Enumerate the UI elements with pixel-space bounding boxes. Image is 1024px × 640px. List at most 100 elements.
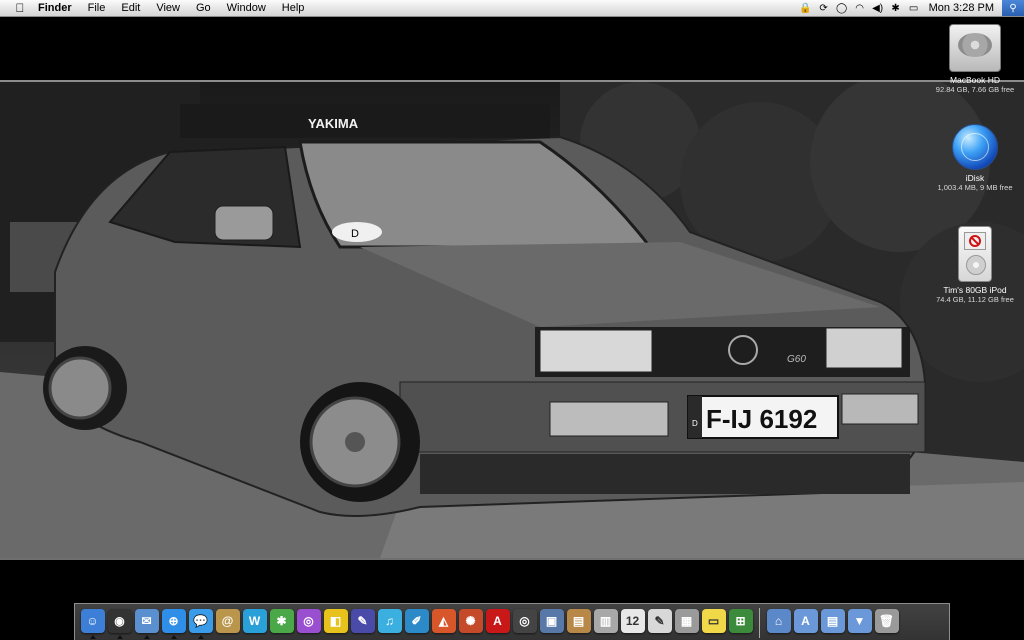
hard-drive-icon — [949, 24, 1001, 72]
menu-help[interactable]: Help — [274, 0, 313, 16]
address-book-icon: @ — [215, 609, 240, 633]
firefox-icon: ✺ — [458, 609, 483, 633]
documents-folder-icon: ▤ — [820, 609, 845, 633]
finder-icon: ☺ — [80, 609, 105, 633]
country-sticker-text: D — [351, 228, 359, 240]
model-badge: G60 — [787, 354, 806, 365]
lock-icon[interactable]: 🔒 — [797, 0, 815, 16]
menu-view[interactable]: View — [148, 0, 188, 16]
desktop-icon-detail: 1,003.4 MB, 9 MB free — [937, 183, 1013, 192]
sync-icon[interactable]: ⟳ — [815, 0, 833, 16]
dock-item-itunes[interactable]: ♫ — [376, 606, 403, 640]
ipod-icon — [958, 226, 992, 282]
dock-item-downloads-folder[interactable]: ▼ — [846, 606, 873, 640]
mail-icon: ✉ — [134, 609, 159, 633]
dock-item-installer[interactable]: ▥ — [592, 606, 619, 640]
dock-item-documents-folder[interactable]: ▤ — [819, 606, 846, 640]
running-indicator — [171, 635, 177, 639]
menu-edit[interactable]: Edit — [113, 0, 148, 16]
desktop-icon-ipod[interactable]: Tim's 80GB iPod 74.4 GB, 11.12 GB free — [927, 226, 1023, 304]
desktop-icon-idisk[interactable]: iDisk 1,003.4 MB, 9 MB free — [927, 124, 1023, 192]
menu-finder[interactable]: Finder — [30, 0, 80, 16]
textedit-icon: ✎ — [647, 609, 672, 633]
dock-item-trash[interactable]: 🗑 — [873, 606, 900, 640]
dock-item-iphoto[interactable]: ▣ — [538, 606, 565, 640]
running-indicator — [117, 635, 123, 639]
dock-item-ichat[interactable]: 💬 — [187, 606, 214, 640]
dashboard-icon: ◉ — [107, 609, 132, 633]
apple-menu-icon[interactable]:  — [10, 0, 30, 16]
dock-item-ical-wide[interactable]: W — [241, 606, 268, 640]
roof-rack-text: YAKIMA — [308, 116, 359, 131]
desktop-wallpaper: YAKIMA D G60 D F-IJ 6192 — [0, 80, 1024, 560]
desktop-icon-detail: 74.4 GB, 11.12 GB free — [936, 295, 1014, 304]
pages-icon: ✐ — [404, 609, 429, 633]
menu-go[interactable]: Go — [188, 0, 219, 16]
dock-item-stickies[interactable]: ▭ — [700, 606, 727, 640]
calculator-icon: ▦ — [674, 609, 699, 633]
side-mirror — [214, 205, 274, 241]
wifi-icon[interactable]: ◠ — [851, 0, 869, 16]
itunes-icon: ♫ — [377, 609, 402, 633]
dock-item-dashboard[interactable]: ◉ — [106, 606, 133, 640]
ichat-icon: 💬 — [188, 609, 213, 633]
dock-item-acrobat[interactable]: A — [484, 606, 511, 640]
dock-item-safari[interactable]: ⊕ — [160, 606, 187, 640]
dock-item-home-folder[interactable]: ⌂ — [765, 606, 792, 640]
dock-item-finder[interactable]: ☺ — [79, 606, 106, 640]
plate-country: D — [692, 419, 698, 428]
front-spoiler — [420, 454, 910, 494]
dock-item-keynote[interactable]: ◭ — [430, 606, 457, 640]
idisk-globe-icon — [952, 124, 998, 170]
dock-item-ilife[interactable]: ◎ — [295, 606, 322, 640]
dock-item-address-book[interactable]: @ — [214, 606, 241, 640]
menu-bar:  Finder File Edit View Go Window Help 🔒… — [0, 0, 1024, 17]
menu-window[interactable]: Window — [219, 0, 274, 16]
desktop-icon-label: MacBook HD — [949, 75, 1001, 85]
acrobat-icon: A — [485, 609, 510, 633]
dock-item-windows[interactable]: ⊞ — [727, 606, 754, 640]
dock-item-firefox[interactable]: ✺ — [457, 606, 484, 640]
volume-icon[interactable]: ◀) — [869, 0, 887, 16]
calendar-icon: 12 — [620, 609, 645, 633]
dock-item-calculator[interactable]: ▦ — [673, 606, 700, 640]
stickies-icon: ▭ — [701, 609, 726, 633]
dock-item-sticky[interactable]: ◧ — [322, 606, 349, 640]
spotlight-icon[interactable]: ⚲ — [1002, 0, 1024, 16]
headlight-right — [825, 327, 903, 369]
windows-icon: ⊞ — [728, 609, 753, 633]
menu-extras: 🔒 ⟳ ◯ ◠ ◀) ✱ ▭ Mon 3:28 PM ⚲ — [797, 0, 1024, 16]
home-folder-icon: ⌂ — [766, 609, 791, 633]
plate-number: F-IJ 6192 — [706, 404, 817, 434]
applications-folder-icon: A — [793, 609, 818, 633]
dock-item-preview[interactable]: ▤ — [565, 606, 592, 640]
desktop-icon-detail: 92.84 GB, 7.66 GB free — [935, 85, 1015, 94]
dock-item-pen[interactable]: ✎ — [349, 606, 376, 640]
foglight-left — [549, 401, 669, 437]
keynote-icon: ◭ — [431, 609, 456, 633]
dock-item-mail[interactable]: ✉ — [133, 606, 160, 640]
bluetooth-icon[interactable]: ✱ — [887, 0, 905, 16]
dock-item-applications-folder[interactable]: A — [792, 606, 819, 640]
headlight-left — [539, 329, 653, 373]
dock-item-iweb[interactable]: ✱ — [268, 606, 295, 640]
dock-item-textedit[interactable]: ✎ — [646, 606, 673, 640]
running-indicator — [144, 635, 150, 639]
foglight-right — [841, 393, 919, 425]
menu-clock[interactable]: Mon 3:28 PM — [923, 0, 1002, 16]
trash-icon: 🗑 — [874, 609, 899, 633]
installer-icon: ▥ — [593, 609, 618, 633]
dock: ☺ ◉ ✉ ⊕ 💬 @ W ✱ ◎ ◧ ✎ ♫ ✐ ◭ ✺ A ◎ ▣ ▤ ▥ 12 ✎ ▦ ▭ ⊞ ⌂ A ▤ ▼ 🗑 — [74, 603, 950, 640]
dock-item-camera[interactable]: ◎ — [511, 606, 538, 640]
desktop-icon-label: iDisk — [965, 173, 985, 183]
dock-separator — [759, 608, 760, 638]
pen-icon: ✎ — [350, 609, 375, 633]
dock-item-calendar[interactable]: 12 — [619, 606, 646, 640]
camera-icon: ◎ — [512, 609, 537, 633]
dock-item-pages[interactable]: ✐ — [403, 606, 430, 640]
desktop-icon-macbook-hd[interactable]: MacBook HD 92.84 GB, 7.66 GB free — [927, 24, 1023, 94]
menu-file[interactable]: File — [80, 0, 114, 16]
ilife-icon: ◎ — [296, 609, 321, 633]
battery-icon[interactable]: ▭ — [905, 0, 923, 16]
ichat-status-icon[interactable]: ◯ — [833, 0, 851, 16]
